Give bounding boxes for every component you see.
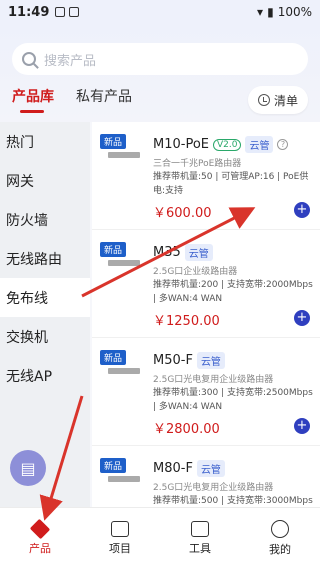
category-item-active[interactable]: 免布线: [0, 278, 90, 317]
cloud-tag: 云管: [245, 136, 274, 153]
product-name: M10-PoE: [153, 137, 209, 152]
cube-icon: [29, 518, 51, 539]
category-item[interactable]: 无线路由: [0, 239, 90, 278]
new-badge: 新品: [100, 350, 127, 365]
category-item[interactable]: 防火墙: [0, 200, 90, 239]
version-tag: V2.0: [213, 138, 242, 151]
new-badge: 新品: [100, 458, 127, 473]
product-desc: 三合一千兆PoE路由器: [153, 159, 242, 169]
nav-label: 我的: [269, 542, 291, 556]
product-price: ￥1250.00: [153, 314, 220, 329]
document-icon[interactable]: ▤: [10, 450, 46, 486]
add-button[interactable]: +: [294, 418, 310, 434]
bottom-nav: 产品 项目 工具 我的: [0, 507, 320, 568]
notification-icon: [55, 7, 66, 17]
nav-label: 产品: [29, 541, 51, 555]
product-spec: 推荐带机量:300 | 支持宽带:2500Mbps | 多WAN:4 WAN: [153, 388, 313, 412]
nav-label: 工具: [189, 541, 211, 555]
nav-tools[interactable]: 工具: [160, 508, 240, 568]
product-card[interactable]: 新品 M10-PoE V2.0 云管 ? 三合一千兆PoE路由器 推荐带机量:5…: [92, 122, 320, 230]
nav-products[interactable]: 产品: [0, 508, 80, 568]
product-name-row: M80-F 云管: [153, 460, 225, 477]
product-card[interactable]: 新品 M50-F 云管 2.5G口光电复用企业级路由器 推荐带机量:300 | …: [92, 338, 320, 446]
product-name: M80-F: [153, 461, 193, 476]
list-button[interactable]: 清单: [247, 86, 308, 114]
status-time: 11:49: [8, 4, 50, 20]
product-name-row: M50-F 云管: [153, 352, 225, 369]
category-item[interactable]: 热门: [0, 122, 90, 161]
product-card[interactable]: 新品 M35 云管 2.5G口企业级路由器 推荐带机量:200 | 支持宽带:2…: [92, 230, 320, 338]
list-button-label: 清单: [273, 93, 298, 108]
product-image: [108, 260, 140, 266]
add-button[interactable]: +: [294, 310, 310, 326]
search-input[interactable]: 搜索产品: [12, 43, 308, 75]
tab-private-products[interactable]: 私有产品: [76, 86, 132, 106]
product-spec: 推荐带机量:200 | 支持宽带:2000Mbps | 多WAN:4 WAN: [153, 280, 313, 304]
battery-icon: ▮: [267, 5, 274, 19]
help-icon[interactable]: ?: [277, 139, 289, 150]
product-price: ￥600.00: [153, 206, 212, 221]
image-icon: [69, 7, 80, 17]
category-item[interactable]: 网关: [0, 161, 90, 200]
new-badge: 新品: [100, 242, 127, 257]
history-icon: [257, 94, 270, 106]
category-item[interactable]: 无线AP: [0, 356, 90, 395]
product-spec: 推荐带机量:50 | 可管理AP:16 | PoE供电:支持: [153, 172, 309, 196]
folder-icon: [111, 520, 129, 537]
tab-product-library[interactable]: 产品库: [12, 86, 54, 113]
nav-label: 项目: [109, 541, 131, 555]
product-desc: 2.5G口企业级路由器: [153, 267, 238, 277]
cloud-tag: 云管: [184, 244, 213, 261]
product-name-row: M35 云管: [153, 244, 213, 261]
product-list: 新品 M10-PoE V2.0 云管 ? 三合一千兆PoE路由器 推荐带机量:5…: [92, 122, 320, 507]
nav-mine[interactable]: 我的: [240, 508, 320, 568]
cloud-tag: 云管: [196, 460, 225, 477]
product-name: M35: [153, 245, 181, 260]
product-name-row: M10-PoE V2.0 云管 ?: [153, 136, 289, 153]
product-price: ￥2800.00: [153, 422, 220, 437]
cloud-tag: 云管: [196, 352, 225, 369]
search-icon: [22, 52, 36, 66]
product-image: [108, 476, 140, 482]
wifi-icon: ▾: [257, 5, 264, 19]
product-image: [108, 368, 140, 374]
product-image: [108, 152, 140, 158]
product-desc: 2.5G口光电复用企业级路由器: [153, 375, 274, 385]
user-icon: [271, 519, 289, 538]
new-badge: 新品: [100, 134, 127, 149]
status-bar: 11:49 ▾ ▮ 100%: [0, 0, 320, 24]
product-spec: 推荐带机量:500 | 支持宽带:3000Mbps | 多WAN:4 WAN: [153, 496, 313, 506]
product-name: M50-F: [153, 353, 193, 368]
nav-projects[interactable]: 项目: [80, 508, 160, 568]
product-card[interactable]: 新品 M80-F 云管 2.5G口光电复用企业级路由器 推荐带机量:500 | …: [92, 446, 320, 507]
add-button[interactable]: +: [294, 202, 310, 218]
toolbox-icon: [191, 520, 209, 537]
category-sidebar: 热门 网关 防火墙 无线路由 免布线 交换机 无线AP: [0, 122, 90, 507]
search-placeholder: 搜索产品: [44, 53, 97, 69]
category-item[interactable]: 交换机: [0, 317, 90, 356]
product-desc: 2.5G口光电复用企业级路由器: [153, 483, 274, 493]
battery-text: 100%: [277, 5, 312, 19]
